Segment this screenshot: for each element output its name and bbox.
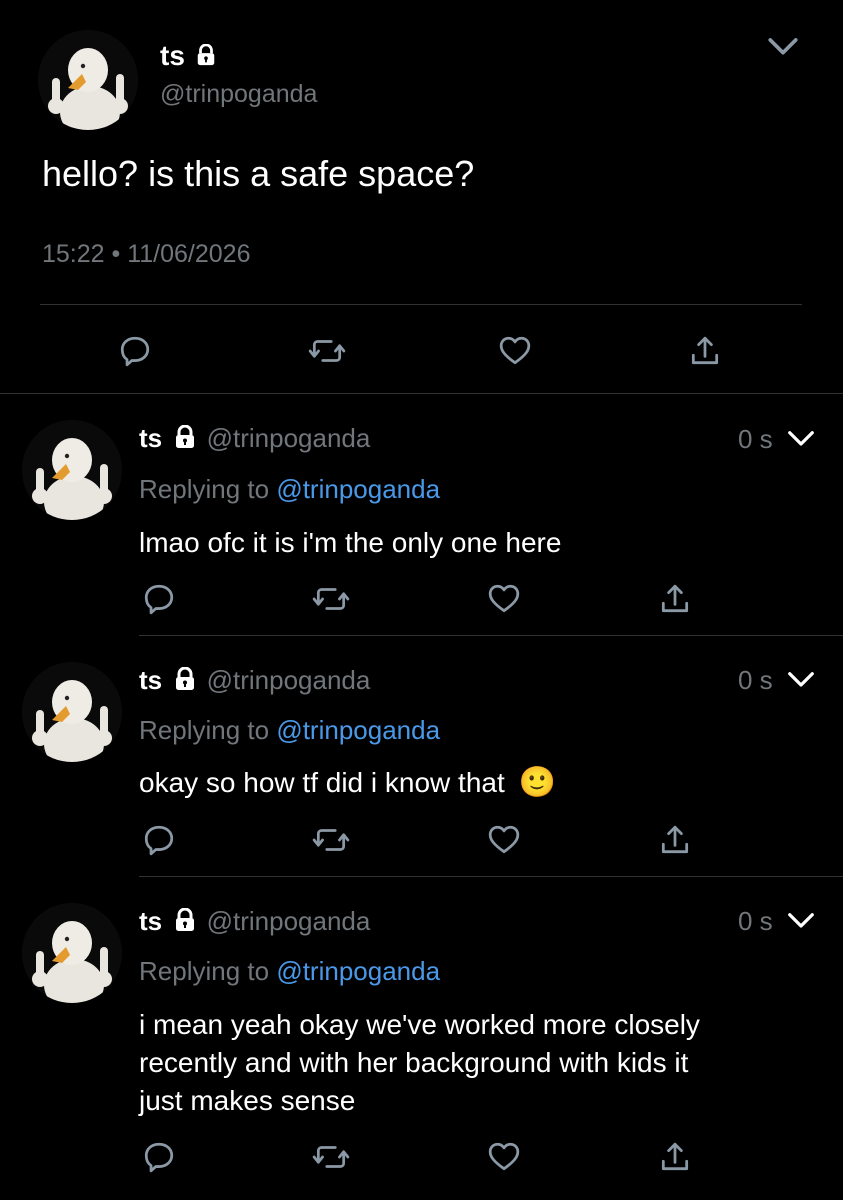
- share-icon: [658, 1140, 692, 1174]
- like-button[interactable]: [487, 1140, 521, 1174]
- author-handle: @trinpoganda: [206, 665, 371, 695]
- reply-time[interactable]: 0 s: [738, 424, 773, 455]
- chevron-down-icon[interactable]: [786, 424, 816, 454]
- reply-text-row: okay so how tf did i know that 🙂: [139, 764, 556, 802]
- divider: [139, 635, 843, 636]
- author-name: ts: [139, 665, 163, 695]
- reply-icon: [142, 1140, 176, 1174]
- reply-text-line: just makes sense: [139, 1085, 356, 1116]
- avatar[interactable]: [22, 903, 122, 1003]
- reply-header[interactable]: ts @trinpoganda: [139, 906, 370, 937]
- like-icon: [487, 582, 521, 616]
- share-button[interactable]: [688, 334, 722, 368]
- avatar[interactable]: [38, 30, 138, 130]
- reply-button[interactable]: [142, 582, 176, 616]
- replying-to: Replying to @trinpoganda: [139, 956, 440, 987]
- tweet-timestamp[interactable]: 15:22 • 11/06/2026: [42, 240, 250, 269]
- reply-text: lmao ofc it is i'm the only one here: [139, 527, 562, 558]
- replying-to-handle[interactable]: @trinpoganda: [276, 715, 440, 745]
- chevron-down-icon[interactable]: [786, 665, 816, 695]
- retweet-button[interactable]: [308, 334, 346, 368]
- reply-time[interactable]: 0 s: [738, 906, 773, 937]
- author-handle[interactable]: @trinpoganda: [160, 80, 317, 109]
- lock-icon: [173, 425, 197, 449]
- reply-header[interactable]: ts @trinpoganda: [139, 423, 370, 454]
- replying-to: Replying to @trinpoganda: [139, 715, 440, 746]
- share-icon: [658, 582, 692, 616]
- author-name: ts: [139, 423, 163, 453]
- author-handle: @trinpoganda: [206, 906, 371, 936]
- like-button[interactable]: [487, 823, 521, 857]
- replying-to-label: Replying to: [139, 956, 270, 986]
- reply-text: okay so how tf did i know that: [139, 767, 505, 798]
- retweet-button[interactable]: [312, 823, 350, 857]
- duck-avatar-image: [38, 30, 138, 130]
- replying-to-label: Replying to: [139, 474, 270, 504]
- author-handle: @trinpoganda: [206, 423, 371, 453]
- duck-avatar-image: [22, 903, 122, 1003]
- duck-avatar-image: [22, 420, 122, 520]
- chevron-down-icon[interactable]: [766, 30, 800, 64]
- reply-header[interactable]: ts @trinpoganda: [139, 665, 370, 696]
- reply-time[interactable]: 0 s: [738, 665, 773, 696]
- like-button[interactable]: [487, 582, 521, 616]
- retweet-button[interactable]: [312, 1140, 350, 1174]
- main-author-name-row[interactable]: ts: [160, 40, 217, 72]
- replying-to-label: Replying to: [139, 715, 270, 745]
- avatar[interactable]: [22, 662, 122, 762]
- retweet-icon: [312, 823, 350, 857]
- slightly-smiling-face-icon: 🙂: [518, 766, 556, 799]
- main-tweet-text: hello? is this a safe space?: [42, 153, 475, 194]
- chevron-down-icon[interactable]: [786, 906, 816, 936]
- reply-button[interactable]: [118, 334, 152, 368]
- retweet-icon: [312, 1140, 350, 1174]
- lock-icon: [173, 908, 197, 932]
- retweet-icon: [312, 582, 350, 616]
- share-button[interactable]: [658, 582, 692, 616]
- replying-to-handle[interactable]: @trinpoganda: [276, 474, 440, 504]
- lock-icon: [195, 44, 217, 66]
- duck-avatar-image: [22, 662, 122, 762]
- like-button[interactable]: [498, 334, 532, 368]
- reply-icon: [118, 334, 152, 368]
- reply-text: i mean yeah okay we've worked more close…: [139, 1006, 700, 1120]
- divider: [139, 876, 843, 877]
- reply-button[interactable]: [142, 823, 176, 857]
- reply-text-line: recently and with her background with ki…: [139, 1047, 689, 1078]
- share-icon: [658, 823, 692, 857]
- reply-text-line: i mean yeah okay we've worked more close…: [139, 1009, 700, 1040]
- share-icon: [688, 334, 722, 368]
- retweet-icon: [308, 334, 346, 368]
- reply-icon: [142, 582, 176, 616]
- share-button[interactable]: [658, 823, 692, 857]
- share-button[interactable]: [658, 1140, 692, 1174]
- like-icon: [487, 1140, 521, 1174]
- author-name: ts: [139, 906, 163, 936]
- reply-icon: [142, 823, 176, 857]
- lock-icon: [173, 667, 197, 691]
- author-name: ts: [160, 40, 185, 71]
- like-icon: [498, 334, 532, 368]
- replying-to-handle[interactable]: @trinpoganda: [276, 956, 440, 986]
- avatar[interactable]: [22, 420, 122, 520]
- divider: [40, 304, 802, 305]
- retweet-button[interactable]: [312, 582, 350, 616]
- replying-to: Replying to @trinpoganda: [139, 474, 440, 505]
- reply-button[interactable]: [142, 1140, 176, 1174]
- divider: [0, 393, 843, 394]
- like-icon: [487, 823, 521, 857]
